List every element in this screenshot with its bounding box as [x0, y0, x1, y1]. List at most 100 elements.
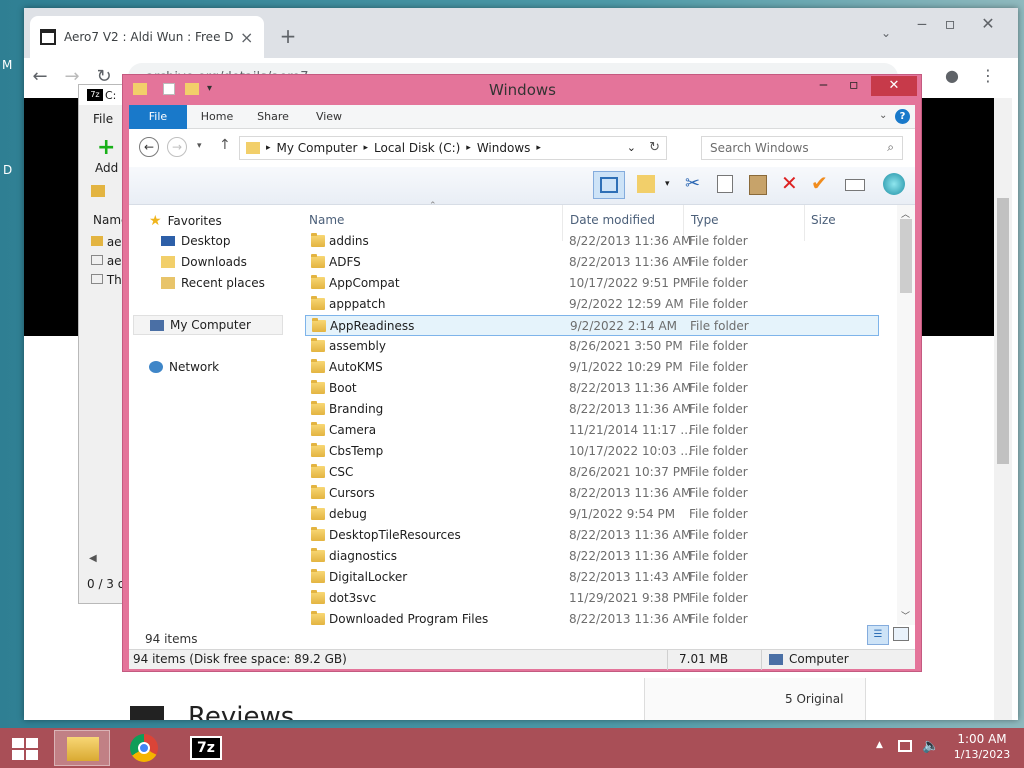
up-one-level-icon[interactable]: ↑	[219, 137, 231, 153]
explorer-maximize-icon[interactable]: ▫	[849, 77, 859, 93]
table-row[interactable]: Camera 11/21/2014 11:17 ... File folder	[305, 420, 879, 441]
taskbar-7zip-button[interactable]: 7z	[178, 730, 234, 766]
ribbon-tab-home[interactable]: Home	[191, 105, 243, 129]
breadcrumb-separator-icon[interactable]: ▸	[536, 143, 541, 153]
table-row[interactable]: AppCompat 10/17/2022 9:51 PM File folder	[305, 273, 879, 294]
delete-icon[interactable]: ✕	[781, 171, 798, 195]
forward-button-icon[interactable]: →	[167, 137, 187, 157]
explorer-minimize-icon[interactable]: ‒	[819, 77, 828, 93]
7zip-item-2[interactable]: Th	[91, 273, 122, 287]
table-row[interactable]: apppatch 9/2/2022 12:59 AM File folder	[305, 294, 879, 315]
refresh-icon[interactable]: ↻	[649, 140, 660, 155]
chrome-menu-icon[interactable]: ⋮	[976, 66, 1000, 85]
taskbar-explorer-button[interactable]	[54, 730, 110, 766]
new-tab-button[interactable]: +	[276, 24, 300, 48]
table-row[interactable]: CSC 8/26/2021 10:37 PM File folder	[305, 462, 879, 483]
table-row[interactable]: diagnostics 8/22/2013 11:36 AM File folder	[305, 546, 879, 567]
table-row-selected[interactable]: AppReadiness 9/2/2022 2:14 AM File folder	[305, 315, 879, 336]
table-row[interactable]: Branding 8/22/2013 11:36 AM File folder	[305, 399, 879, 420]
cut-icon[interactable]: ✂	[685, 173, 700, 194]
chrome-tab[interactable]: Aero7 V2 : Aldi Wun : Free Down ×	[30, 16, 264, 58]
tab-close-icon[interactable]: ×	[240, 28, 253, 47]
file-name: dot3svc	[329, 591, 377, 605]
preview-pane-icon[interactable]	[593, 171, 625, 199]
table-row[interactable]: DigitalLocker 8/22/2013 11:43 AM File fold…	[305, 567, 879, 588]
taskbar-chrome-button[interactable]	[116, 730, 172, 766]
large-icons-view-icon[interactable]	[893, 627, 909, 641]
ribbon-tab-share[interactable]: Share	[247, 105, 299, 129]
network-tray-icon[interactable]	[898, 740, 912, 752]
list-scrollbar-thumb[interactable]	[900, 219, 912, 293]
breadcrumb-separator-icon[interactable]: ▸	[266, 143, 271, 153]
show-hidden-icons-icon[interactable]: ▲	[876, 740, 883, 750]
recent-locations-chevron-icon[interactable]: ▾	[197, 141, 202, 151]
table-row[interactable]: Cursors 8/22/2013 11:36 AM File folder	[305, 483, 879, 504]
minimize-icon[interactable]: ‒	[910, 14, 934, 33]
nav-my-computer[interactable]: My Computer	[133, 315, 283, 335]
nav-favorites[interactable]: ★ Favorites	[149, 213, 222, 229]
table-row[interactable]: debug 9/1/2022 9:54 PM File folder	[305, 504, 879, 525]
breadcrumb-local-disk[interactable]: Local Disk (C:)	[374, 141, 460, 155]
table-row[interactable]: addins 8/22/2013 11:36 AM File folder	[305, 231, 879, 252]
table-row[interactable]: AutoKMS 9/1/2022 10:29 PM File folder	[305, 357, 879, 378]
nav-recent-places[interactable]: Recent places	[161, 276, 265, 290]
explorer-window: ▾ Windows ‒ ▫ ✕ File Home Share View ⌄ ?…	[122, 74, 922, 672]
table-row[interactable]: DesktopTileResources 8/22/2013 11:36 AM Fi…	[305, 525, 879, 546]
file-name: Camera	[329, 423, 377, 437]
table-row[interactable]: dot3svc 11/29/2021 9:38 PM File folder	[305, 588, 879, 609]
table-row[interactable]: CbsTemp 10/17/2022 10:03 ... File folder	[305, 441, 879, 462]
explorer-close-button[interactable]: ✕	[871, 76, 917, 96]
table-row[interactable]: ADFS 8/22/2013 11:36 AM File folder	[305, 252, 879, 273]
help-icon[interactable]: ?	[895, 109, 910, 124]
nav-network[interactable]: Network	[149, 360, 219, 374]
properties-icon[interactable]	[163, 83, 175, 95]
7zip-item-1[interactable]: ae	[91, 254, 122, 268]
clock[interactable]: 1:00 AM 1/13/2023	[952, 732, 1012, 761]
new-folder-icon[interactable]	[185, 83, 199, 95]
rename-icon[interactable]	[845, 179, 865, 191]
7zip-menu-file[interactable]: File	[93, 112, 113, 126]
details-view-icon[interactable]: ☰	[867, 625, 889, 645]
7zip-add-icon[interactable]: +	[97, 135, 115, 160]
clock-time: 1:00 AM	[957, 732, 1007, 746]
profile-avatar-icon[interactable]: ●	[940, 66, 964, 85]
nav-downloads[interactable]: Downloads	[161, 255, 247, 269]
table-row[interactable]: Boot 8/22/2013 11:36 AM File folder	[305, 378, 879, 399]
7zip-up-folder-icon[interactable]	[91, 185, 105, 197]
page-scrollbar-thumb[interactable]	[997, 198, 1009, 464]
list-scrollbar[interactable]: ︿ ﹀	[897, 205, 915, 625]
breadcrumb-windows[interactable]: Windows	[477, 141, 531, 155]
window-close-icon[interactable]: ✕	[976, 14, 1000, 33]
quick-access-chevron-icon[interactable]: ▾	[207, 83, 212, 94]
breadcrumb[interactable]: ▸ My Computer ▸ Local Disk (C:) ▸ Window…	[239, 136, 667, 160]
checkmark-icon[interactable]: ✔	[811, 171, 828, 195]
volume-icon[interactable]: 🔈	[922, 738, 939, 754]
maximize-icon[interactable]: ▫	[938, 14, 962, 33]
downloads-folder-icon	[161, 256, 175, 268]
ribbon-expand-chevron-icon[interactable]: ⌄	[879, 110, 887, 121]
nav-desktop[interactable]: Desktop	[161, 234, 231, 248]
folder-icon	[311, 401, 325, 415]
breadcrumb-separator-icon[interactable]: ▸	[466, 143, 471, 153]
search-input[interactable]: Search Windows ⌕	[701, 136, 903, 160]
start-button[interactable]	[0, 730, 48, 766]
table-row[interactable]: assembly 8/26/2021 3:50 PM File folder	[305, 336, 879, 357]
paste-icon[interactable]	[749, 175, 767, 195]
folder-options-icon[interactable]	[637, 175, 655, 193]
breadcrumb-my-computer[interactable]: My Computer	[277, 141, 358, 155]
address-history-chevron-icon[interactable]: ⌄	[627, 141, 636, 154]
page-scrollbar[interactable]	[994, 98, 1012, 720]
copy-icon[interactable]	[717, 175, 733, 193]
back-button-icon[interactable]: ←	[139, 137, 159, 157]
table-row[interactable]: Downloaded Program Files 8/22/2013 11:36 …	[305, 609, 879, 630]
7zip-item-0[interactable]: ae	[91, 235, 122, 249]
7zip-scroll-left-icon[interactable]: ◀	[89, 553, 97, 564]
breadcrumb-separator-icon[interactable]: ▸	[363, 143, 368, 153]
scroll-down-icon[interactable]: ﹀	[901, 609, 910, 622]
ribbon-tab-file[interactable]: File	[129, 105, 187, 129]
folder-options-chevron-icon[interactable]: ▾	[665, 179, 670, 189]
sync-icon[interactable]	[883, 173, 905, 195]
ribbon-tab-view[interactable]: View	[303, 105, 355, 129]
tab-search-chevron-icon[interactable]: ⌄	[874, 26, 898, 40]
back-icon[interactable]: ←	[28, 66, 52, 87]
